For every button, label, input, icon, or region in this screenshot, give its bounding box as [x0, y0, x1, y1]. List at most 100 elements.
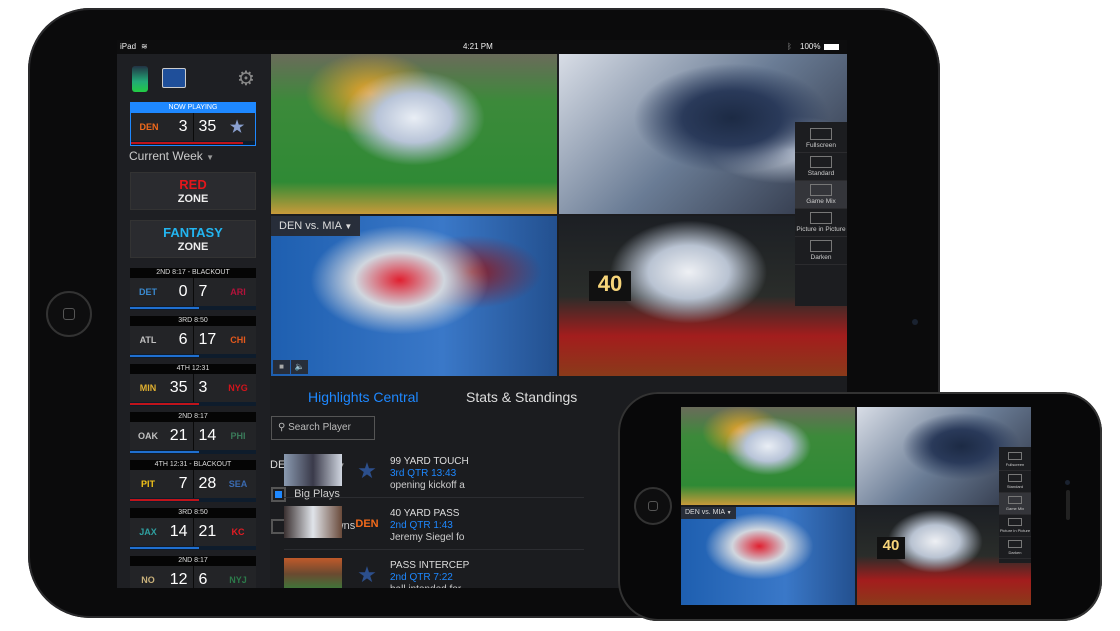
highlight-item[interactable]: ★ 99 YARD TOUCH 3rd QTR 13:43 opening ki…	[284, 454, 584, 498]
fullscreen-icon	[1008, 452, 1022, 460]
game-selector-label: DEN vs. MIA	[279, 220, 342, 232]
view-option-label: Darken	[810, 254, 832, 261]
view-game-mix-button[interactable]: Game Mix	[795, 181, 847, 209]
fullscreen-icon	[810, 128, 832, 140]
standard-icon	[1008, 474, 1022, 482]
cowboys-star-icon: ★	[357, 562, 377, 587]
home-score: 28	[198, 475, 217, 492]
view-mode-panel: Fullscreen Standard Game Mix Picture in Pic…	[795, 122, 847, 306]
game-progress-bar	[130, 306, 256, 310]
away-team-logo: ATL	[139, 335, 157, 345]
game-card[interactable]: 3RD 8:50 ATL 6 17 CHI	[130, 316, 256, 358]
away-score: 0	[178, 283, 188, 300]
tab-highlights-central[interactable]: Highlights Central	[308, 389, 419, 405]
view-picture-in-picture-button[interactable]: Picture in Picture	[795, 209, 847, 237]
game-mix-icon	[810, 184, 832, 196]
highlight-description: ball intended for	[390, 584, 461, 588]
now-playing-label: NOW PLAYING	[131, 103, 255, 113]
cowboys-star-icon: ★	[357, 458, 377, 483]
view-option-label: Standard	[807, 170, 835, 177]
game-status: 2ND 8:17 - BLACKOUT	[130, 268, 256, 278]
game-card[interactable]: 3RD 8:50 JAX 14 21 KC	[130, 508, 256, 550]
game-mix-icon	[1008, 496, 1022, 504]
away-score: 21	[169, 427, 188, 444]
picture-in-picture-icon	[810, 212, 832, 224]
home-team-logo: ARI	[230, 287, 246, 297]
view-option-label: Fullscreen	[806, 142, 836, 149]
game-card[interactable]: 2ND 8:17 NO 12 6 NYJ	[130, 556, 256, 588]
tab-stats-standings[interactable]: Stats & Standings	[466, 389, 577, 405]
phone-game-selector[interactable]: DEN vs. MIA ▼	[681, 507, 736, 519]
phone-video-tile-3[interactable]: DEN vs. MIA ▼	[681, 507, 855, 605]
game-progress-bar	[130, 546, 256, 550]
view-option-label: Standard	[1006, 484, 1024, 489]
chevron-down-icon: ▼	[344, 222, 353, 231]
game-card[interactable]: 2ND 8:17 - BLACKOUT DET 0 7 ARI	[130, 268, 256, 310]
away-score: 35	[169, 379, 188, 396]
view-game-mix-button[interactable]: Game Mix	[999, 493, 1031, 515]
highlight-description: opening kickoff a	[390, 480, 465, 491]
view-fullscreen-button[interactable]: Fullscreen	[999, 449, 1031, 471]
highlight-title: 40 YARD PASS	[390, 508, 460, 519]
game-selector[interactable]: DEN vs. MIA ▼	[271, 216, 361, 236]
standard-icon	[810, 156, 832, 168]
week-selector-label: Current Week	[129, 149, 203, 163]
clock: 4:21 PM	[463, 42, 493, 51]
red-zone-subtitle: ZONE	[177, 193, 209, 205]
iphone-home-button[interactable]	[634, 487, 672, 525]
search-placeholder: Search Player	[288, 422, 351, 433]
home-team-logo: PHI	[230, 431, 246, 441]
highlight-title: PASS INTERCEP	[390, 560, 470, 571]
game-status: 4TH 12:31 - BLACKOUT	[130, 460, 256, 470]
phone-view-mode-panel: Fullscreen Standard Game Mix Picture in Pic…	[999, 447, 1031, 563]
view-darken-button[interactable]: Darken	[795, 237, 847, 265]
stop-button[interactable]: ■	[273, 360, 290, 374]
home-score: 7	[198, 283, 208, 300]
view-standard-button[interactable]: Standard	[795, 153, 847, 181]
view-darken-button[interactable]: Darken	[999, 537, 1031, 559]
highlight-time: 2nd QTR 1:43	[390, 520, 453, 531]
red-zone-title: RED	[179, 177, 207, 192]
highlight-description: Jeremy Siegel fo	[390, 532, 465, 543]
game-card[interactable]: 4TH 12:31 - BLACKOUT PIT 7 28 SEA	[130, 460, 256, 502]
battery-icon	[824, 44, 839, 50]
view-picture-in-picture-button[interactable]: Picture in Picture	[999, 515, 1031, 537]
search-player-input[interactable]: ⚲ Search Player	[271, 416, 375, 440]
game-progress-bar	[130, 498, 256, 502]
game-card[interactable]: 4TH 12:31 MIN 35 3 NYG	[130, 364, 256, 406]
settings-gear-icon[interactable]: ⚙	[237, 66, 255, 91]
iphone-screen: DEN vs. MIA ▼ 40 Fullscreen Standard Game …	[681, 407, 1031, 605]
now-playing-card[interactable]: NOW PLAYING DEN 3 35 ★	[130, 102, 256, 146]
volume-button[interactable]: 🔈	[291, 360, 308, 374]
darken-icon	[810, 240, 832, 252]
highlight-item[interactable]: DEN 40 YARD PASS 2nd QTR 1:43 Jeremy Sie…	[284, 506, 584, 550]
home-score: 14	[198, 427, 217, 444]
away-team-logo: NO	[141, 575, 155, 585]
view-fullscreen-button[interactable]: Fullscreen	[795, 125, 847, 153]
game-progress-bar	[130, 450, 256, 454]
ipad-home-button[interactable]	[46, 291, 92, 337]
home-team-logo: CHI	[230, 335, 246, 345]
red-zone-button[interactable]: RED ZONE	[130, 172, 256, 210]
highlight-thumbnail	[284, 506, 342, 538]
video-tile-3[interactable]: DEN vs. MIA ▼ ■ 🔈	[271, 216, 557, 376]
game-status: 4TH 12:31	[130, 364, 256, 374]
view-option-label: Fullscreen	[1005, 462, 1025, 467]
away-score: 12	[169, 571, 188, 588]
picture-in-picture-icon	[1008, 518, 1022, 526]
highlight-time: 2nd QTR 7:22	[390, 572, 453, 583]
highlight-thumbnail	[284, 454, 342, 486]
week-selector[interactable]: Current Week ▼	[129, 149, 214, 163]
video-tile-1[interactable]	[271, 54, 557, 214]
fantasy-zone-title: FANTASY	[163, 225, 223, 240]
phone-video-tile-1[interactable]	[681, 407, 855, 505]
away-team-logo: DET	[139, 287, 157, 297]
fantasy-zone-button[interactable]: FANTASY ZONE	[130, 220, 256, 258]
highlight-item[interactable]: ★ PASS INTERCEP 2nd QTR 7:22 ball intend…	[284, 558, 584, 588]
game-card[interactable]: 2ND 8:17 OAK 21 14 PHI	[130, 412, 256, 454]
view-standard-button[interactable]: Standard	[999, 471, 1031, 493]
device-name: iPad	[120, 42, 137, 51]
battery-text: 100%	[800, 42, 821, 51]
highlight-thumbnail	[284, 558, 342, 588]
cowboys-star-icon: ★	[229, 119, 245, 136]
